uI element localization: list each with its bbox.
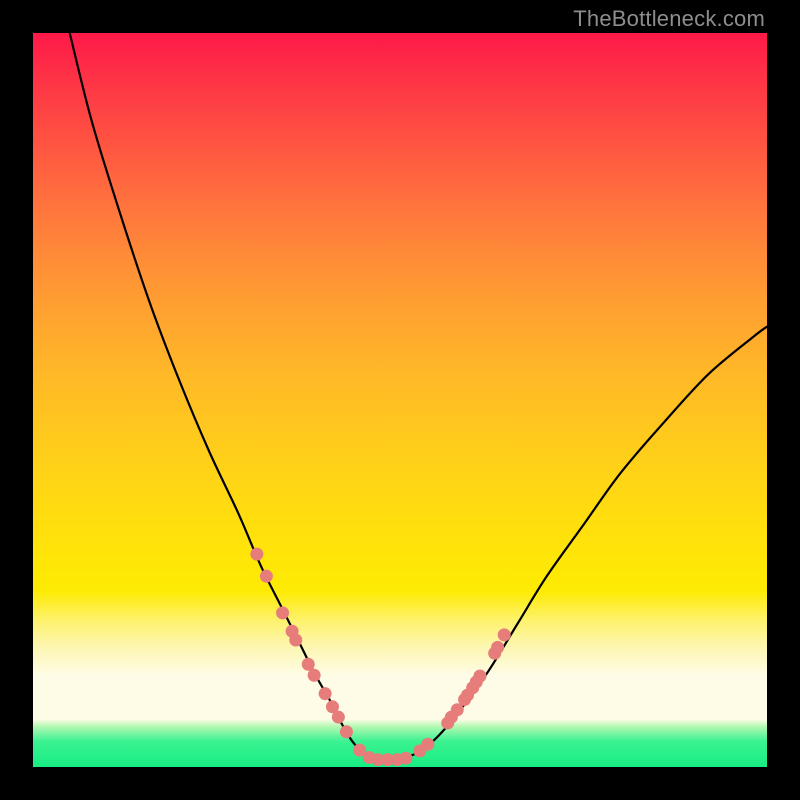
marker-dot: [332, 711, 345, 724]
marker-dot: [421, 738, 434, 751]
marker-dot: [308, 669, 321, 682]
marker-dot: [340, 725, 353, 738]
marker-dot: [260, 570, 273, 583]
sample-markers: [250, 548, 510, 767]
marker-dot: [474, 669, 487, 682]
marker-dot: [491, 641, 504, 654]
marker-dot: [319, 687, 332, 700]
marker-dot: [289, 634, 302, 647]
marker-dot: [250, 548, 263, 561]
marker-dot: [302, 658, 315, 671]
chart-svg: [33, 33, 767, 767]
marker-dot: [399, 752, 412, 765]
bottleneck-curve: [70, 33, 767, 761]
plot-area: [33, 33, 767, 767]
marker-dot: [276, 606, 289, 619]
watermark-text: TheBottleneck.com: [573, 6, 765, 32]
marker-dot: [498, 628, 511, 641]
chart-frame: TheBottleneck.com: [0, 0, 800, 800]
